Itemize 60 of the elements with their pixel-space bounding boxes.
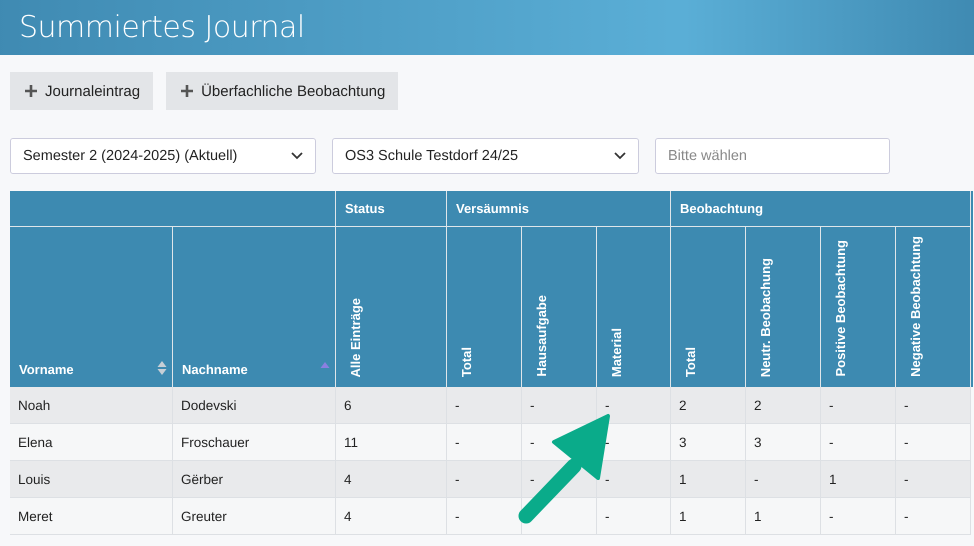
- table-cell: 4: [336, 498, 447, 535]
- table-cell: -: [821, 424, 896, 461]
- table-cell: -: [597, 498, 671, 535]
- table-cell: Gërber: [173, 461, 336, 498]
- table-cell: 6: [336, 387, 447, 424]
- table-cell: -: [896, 461, 971, 498]
- table-cell: Dodevski: [173, 387, 336, 424]
- table-cell: 4: [336, 461, 447, 498]
- table-cell: Elena: [10, 424, 173, 461]
- table-cell: 3: [671, 424, 746, 461]
- column-header: Total: [671, 227, 746, 387]
- table-cell: Noah: [10, 387, 173, 424]
- table-cell: Froschauer: [173, 424, 336, 461]
- table-cell: 11: [336, 424, 447, 461]
- table-cell: -: [896, 387, 971, 424]
- table-cell: 2: [671, 387, 746, 424]
- column-header: Neutr. Beobachung: [746, 227, 821, 387]
- dropdown[interactable]: OS3 Schule Testdorf 24/25: [332, 138, 639, 174]
- input-field[interactable]: Bitte wählen: [655, 138, 890, 174]
- table-cell: 1: [821, 461, 896, 498]
- plus-icon: [25, 85, 37, 97]
- table-cell: 3: [746, 424, 821, 461]
- table-cell: -: [597, 461, 671, 498]
- chevron-down-icon: [614, 152, 626, 160]
- column-header: Total: [447, 227, 522, 387]
- table-cell: -: [522, 387, 597, 424]
- column-header: Material: [597, 227, 671, 387]
- table-cell: Greuter: [173, 498, 336, 535]
- column-header: Alle Einträge: [336, 227, 447, 387]
- column-header[interactable]: Nachname: [173, 227, 336, 387]
- column-header: Negative Beobachtung: [896, 227, 971, 387]
- table-cell: -: [896, 498, 971, 535]
- add-button[interactable]: Journaleintrag: [10, 72, 154, 110]
- table-cell: -: [821, 387, 896, 424]
- table-cell: -: [821, 498, 896, 535]
- plus-icon: [181, 85, 194, 97]
- table-cell: -: [447, 461, 522, 498]
- table-cell: 1: [671, 461, 746, 498]
- table-cell: -: [746, 461, 821, 498]
- page-title: Summiertes Journal: [19, 10, 305, 45]
- sort-icon[interactable]: [157, 361, 167, 375]
- column-header: Positive Beobachtung: [821, 227, 896, 387]
- table-cell: -: [597, 387, 671, 424]
- chevron-down-icon: [291, 152, 303, 160]
- group-header: Status: [336, 191, 447, 227]
- group-header: Versäumnis: [447, 191, 671, 227]
- table-cell: 1: [671, 498, 746, 535]
- table-cell: -: [447, 498, 522, 535]
- table-cell: -: [447, 424, 522, 461]
- table-cell: -: [896, 424, 971, 461]
- table-cell: 1: [746, 498, 821, 535]
- table-cell: Meret: [10, 498, 173, 535]
- column-header: Hausaufgabe: [522, 227, 597, 387]
- dropdown[interactable]: Semester 2 (2024-2025) (Aktuell): [10, 138, 316, 174]
- group-header: Beobachtung: [671, 191, 971, 227]
- table-cell: 2: [746, 387, 821, 424]
- table-cell: -: [447, 387, 522, 424]
- add-button[interactable]: Überfachliche Beobachtung: [166, 72, 398, 110]
- table-cell: Louis: [10, 461, 173, 498]
- column-header[interactable]: Vorname: [10, 227, 173, 387]
